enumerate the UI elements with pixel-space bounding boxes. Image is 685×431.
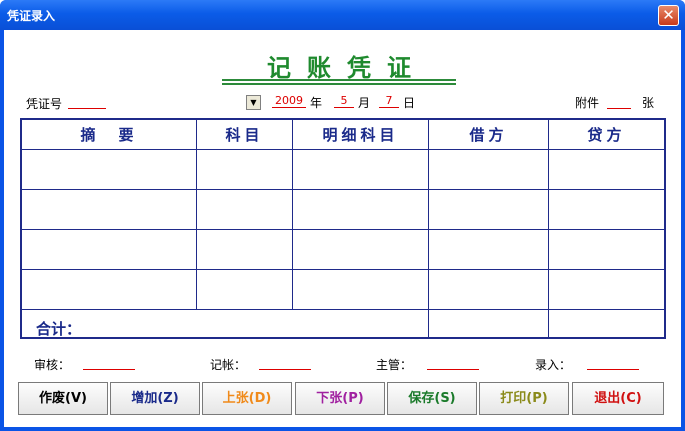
voucher-heading: 记账凭证: [267, 53, 427, 82]
attachment-unit: 张: [642, 96, 655, 110]
audit-field[interactable]: [83, 356, 135, 370]
year-unit: 年: [310, 96, 323, 110]
month-unit: 月: [358, 96, 371, 110]
voucher-no-field[interactable]: [68, 95, 106, 109]
row-divider: [22, 189, 664, 190]
attachment-label: 附件: [575, 96, 600, 110]
total-label: 合计：: [36, 320, 82, 338]
month-field[interactable]: 5: [334, 94, 354, 108]
heading-underline: [222, 79, 456, 81]
row-divider: [22, 149, 664, 150]
entry-field[interactable]: [587, 356, 639, 370]
supervisor-label: 主管：: [376, 358, 413, 372]
exit-button[interactable]: 退出(C): [572, 382, 664, 415]
voucher-table: 摘 要 科目 明细科目 借方 贷方 合计：: [20, 118, 666, 339]
bookkeeper-label: 记帐：: [210, 358, 247, 372]
row-divider: [22, 309, 664, 310]
attachment-field[interactable]: [607, 95, 631, 109]
col-header-debit: 借方: [469, 126, 508, 144]
button-bar: 作废(V) 增加(Z) 上张(D) 下张(P) 保存(S) 打印(P) 退出(C…: [18, 382, 668, 416]
audit-label: 审核：: [34, 358, 71, 372]
entry-label: 录入：: [535, 358, 572, 372]
col-header-account: 科目: [225, 126, 264, 144]
year-field[interactable]: 2009: [272, 94, 306, 108]
close-button[interactable]: ✕: [658, 5, 679, 26]
day-field[interactable]: 7: [379, 94, 399, 108]
title-bar[interactable]: 凭证录入 ✕: [0, 0, 685, 30]
window-title: 凭证录入: [7, 9, 56, 23]
save-button[interactable]: 保存(S): [387, 382, 477, 415]
bookkeeper-field[interactable]: [259, 356, 311, 370]
date-dropdown-button[interactable]: ▼: [246, 95, 261, 110]
row-divider: [22, 269, 664, 270]
row-divider: [22, 229, 664, 230]
col-header-sub-account: 明细科目: [322, 126, 399, 144]
add-button[interactable]: 增加(Z): [110, 382, 200, 415]
print-button[interactable]: 打印(P): [479, 382, 569, 415]
day-unit: 日: [403, 96, 416, 110]
col-header-credit: 贷方: [587, 126, 626, 144]
void-button[interactable]: 作废(V): [18, 382, 108, 415]
voucher-entry-window: 凭证录入 ✕ 记账凭证 凭证号 ▼ 2009 年 5 月 7 日 附件 张 摘 …: [0, 0, 685, 431]
voucher-no-label: 凭证号: [26, 97, 63, 111]
heading-underline-2: [222, 83, 456, 85]
client-area: 记账凭证 凭证号 ▼ 2009 年 5 月 7 日 附件 张 摘 要 科目 明细…: [4, 30, 681, 427]
col-header-summary: 摘 要: [80, 126, 138, 144]
supervisor-field[interactable]: [427, 356, 479, 370]
previous-button[interactable]: 上张(D): [202, 382, 292, 415]
next-button[interactable]: 下张(P): [295, 382, 385, 415]
